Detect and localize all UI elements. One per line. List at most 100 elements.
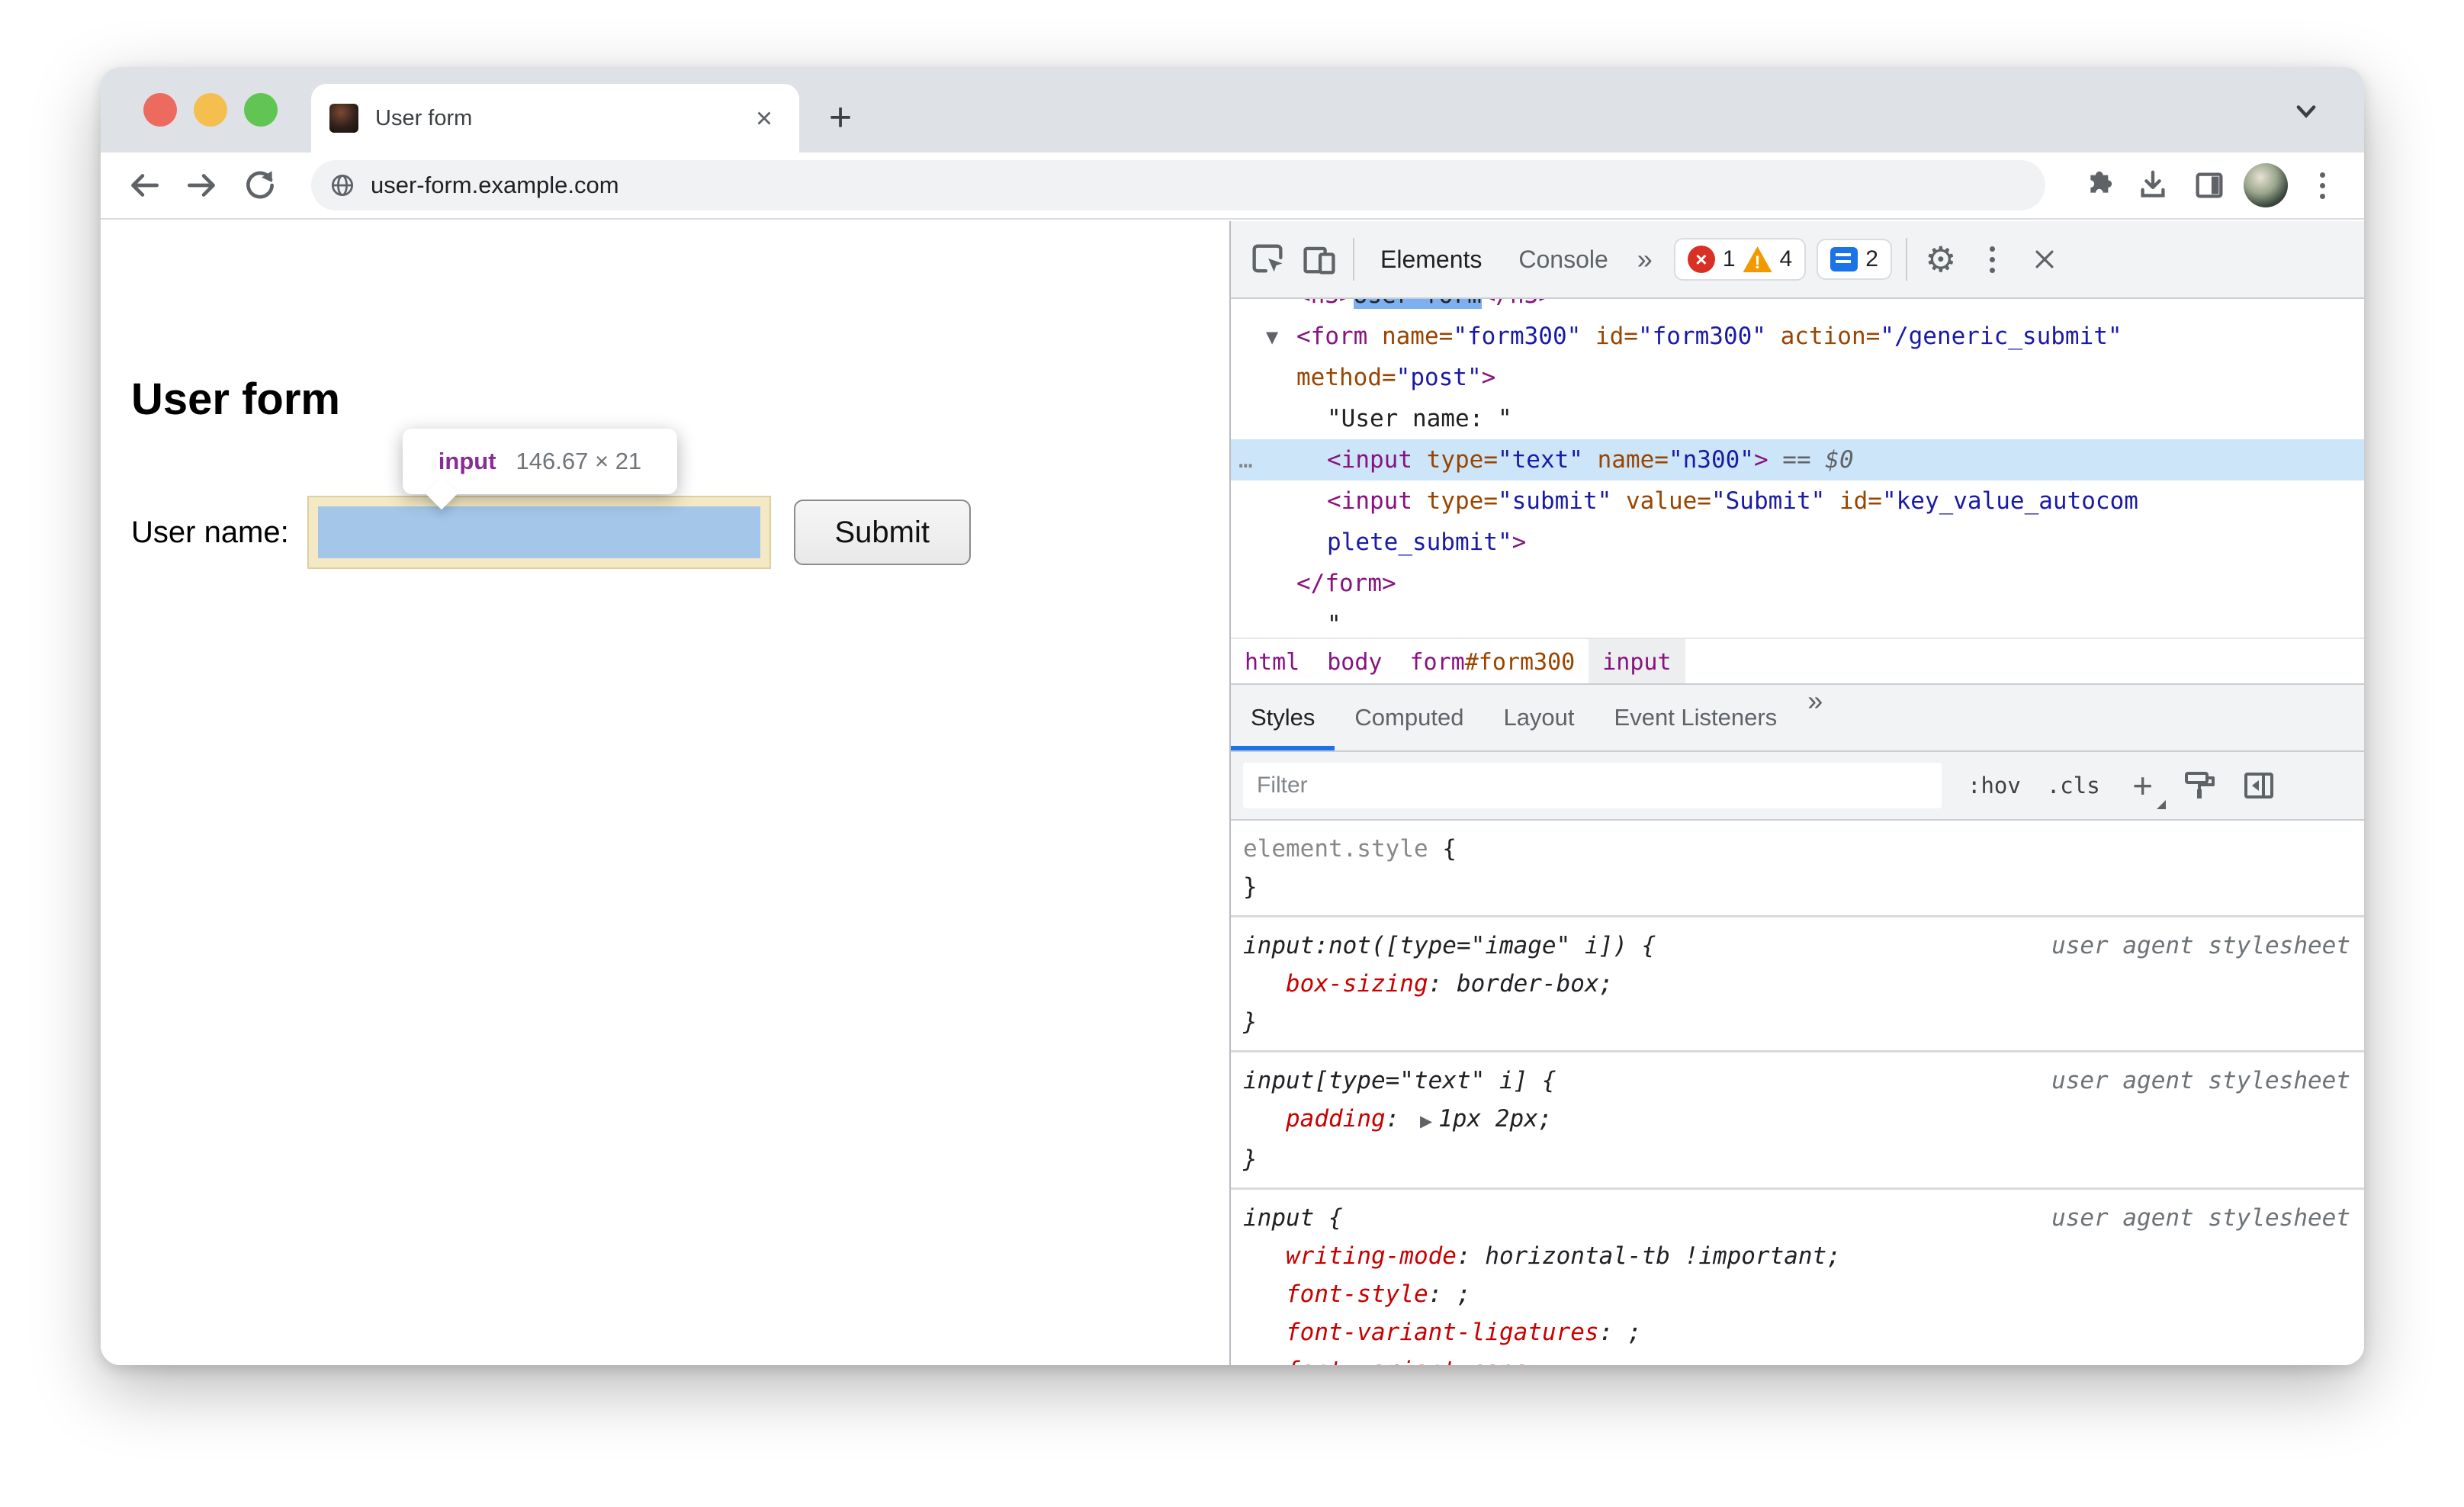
paint-roller-icon[interactable]	[2180, 766, 2219, 805]
code-token: "text"	[1497, 446, 1583, 474]
new-style-rule-button[interactable]: +	[2126, 765, 2166, 809]
dom-row-code: ▼ <form name="form300" id="form300" actio…	[1266, 323, 2122, 350]
dom-row-code: </form>	[1296, 570, 1396, 597]
dom-tree-row[interactable]: plete_submit">	[1231, 522, 2364, 563]
forward-icon[interactable]	[178, 162, 226, 209]
css-rule: input[type="text" i] {user agent stylesh…	[1231, 1052, 2364, 1190]
toggle-hover-state-button[interactable]: :hov	[1968, 773, 2021, 798]
css-selector[interactable]: input { user agent stylesheet	[1231, 1199, 2364, 1237]
selector-token: {	[1442, 835, 1457, 863]
expand-value-icon[interactable]: ▶	[1414, 1112, 1438, 1130]
download-icon[interactable]	[2131, 163, 2175, 207]
issues-badge-group[interactable]: × 1 ! 4	[1673, 238, 1807, 281]
css-property[interactable]: font-variant-ligatures: ;	[1231, 1313, 2364, 1351]
side-panel-icon[interactable]	[2187, 163, 2231, 207]
property-name: font-variant-caps	[1286, 1357, 1528, 1365]
code-token: action	[1780, 323, 1866, 350]
css-property[interactable]: box-sizing: border-box;	[1231, 965, 2364, 1003]
property-name: font-style	[1286, 1280, 1428, 1308]
devtools-panel: Elements Console » × 1 ! 4 2 ⚙ ▼ <form n…	[1229, 221, 2364, 1365]
code-token: plete_submit"	[1327, 529, 1512, 556]
browser-tab[interactable]: User form	[311, 84, 799, 153]
devtools-close-icon[interactable]	[2023, 238, 2066, 281]
back-icon[interactable]	[120, 162, 168, 209]
dom-tree-row[interactable]: <h3>User form</h3>	[1231, 299, 2364, 316]
minimize-window-button[interactable]	[194, 93, 227, 127]
code-token: id	[1595, 323, 1624, 350]
dom-row-code: <input type="submit" value="Submit" id="…	[1327, 487, 2138, 515]
styles-filter-input[interactable]	[1243, 763, 1942, 808]
browser-menu-kebab-icon[interactable]	[2300, 163, 2344, 207]
address-bar[interactable]: user-form.example.com	[311, 160, 2045, 210]
code-token: name	[1381, 323, 1439, 350]
pane-tab-styles[interactable]: Styles	[1231, 685, 1335, 750]
new-tab-button[interactable]: +	[818, 95, 863, 140]
code-token: "submit"	[1497, 487, 1612, 515]
selector-token: input {	[1243, 1204, 1343, 1232]
devtools-menu-kebab-icon[interactable]	[1971, 238, 2014, 281]
css-property[interactable]: font-style: ;	[1231, 1275, 2364, 1313]
dom-tree-row[interactable]: … <input type="text" name="n300"> == $0	[1231, 439, 2364, 480]
browser-toolbar: user-form.example.com	[101, 153, 2364, 220]
stylesheet-origin: user agent stylesheet	[2051, 1204, 2350, 1232]
breadcrumb-item[interactable]: body	[1313, 639, 1396, 685]
breadcrumb-item[interactable]: input	[1589, 639, 1685, 685]
pane-tab-event-listeners[interactable]: Event Listeners	[1595, 685, 1797, 750]
devtools-tab-console[interactable]: Console	[1500, 221, 1626, 297]
close-window-button[interactable]	[143, 93, 177, 127]
breadcrumb-item[interactable]: html	[1231, 639, 1313, 685]
pane-tab-computed[interactable]: Computed	[1335, 685, 1483, 750]
messages-badge-group[interactable]: 2	[1817, 239, 1892, 280]
toggle-class-button[interactable]: .cls	[2047, 773, 2100, 798]
maximize-window-button[interactable]	[244, 93, 278, 127]
code-token: </h3>	[1482, 299, 1553, 309]
code-token: value	[1625, 487, 1698, 515]
css-property[interactable]: padding: ▶ 1px 2px;	[1231, 1100, 2364, 1140]
code-token: <input	[1327, 446, 1427, 474]
css-selector[interactable]: input:not([type="image" i]) {user agent …	[1231, 927, 2364, 965]
dom-row-code: <input type="text" name="n300"> == $0	[1327, 446, 1854, 474]
dom-tree-row[interactable]: </form>	[1231, 563, 2364, 604]
chevron-down-icon[interactable]	[2285, 90, 2327, 133]
more-tabs-icon[interactable]: »	[1627, 243, 1663, 275]
selector-token: element.style	[1243, 835, 1443, 863]
stylesheet-origin: user agent stylesheet	[2051, 1067, 2350, 1094]
pane-more-tabs-icon[interactable]: »	[1797, 685, 1833, 750]
extensions-puzzle-icon[interactable]	[2074, 163, 2119, 207]
tab-close-icon[interactable]	[747, 101, 781, 135]
pane-tab-layout[interactable]: Layout	[1483, 685, 1594, 750]
css-selector[interactable]: input[type="text" i] {user agent stylesh…	[1231, 1062, 2364, 1100]
breadcrumb-item[interactable]: form #form300	[1396, 639, 1589, 685]
devtools-tab-elements[interactable]: Elements	[1362, 221, 1500, 297]
message-bubble-icon	[1830, 247, 1858, 272]
css-selector[interactable]: element.style {	[1231, 830, 2364, 868]
inspect-element-icon[interactable]	[1246, 238, 1289, 281]
css-property[interactable]: font-variant-caps: ;	[1231, 1351, 2364, 1365]
expand-arrow-icon[interactable]: ▼	[1266, 317, 1296, 358]
device-toolbar-icon[interactable]	[1298, 238, 1341, 281]
dom-tree-row[interactable]: method="post">	[1231, 357, 2364, 398]
css-property[interactable]: writing-mode: horizontal-tb !important;	[1231, 1237, 2364, 1275]
dom-tree-row[interactable]: "User name: "	[1231, 398, 2364, 439]
reload-icon[interactable]	[236, 162, 284, 209]
overflow-dots-icon[interactable]: …	[1238, 439, 1255, 480]
code-token: =	[1483, 446, 1498, 474]
url-text: user-form.example.com	[371, 172, 619, 198]
styles-filter-bar: :hov .cls +	[1231, 752, 2364, 821]
submit-button[interactable]: Submit	[793, 500, 971, 565]
error-count: 1	[1722, 246, 1736, 272]
username-input[interactable]	[307, 496, 771, 569]
dom-tree-row[interactable]: "	[1231, 604, 2364, 638]
dom-tree: <h3>User form</h3> ▼<form name="form300" …	[1231, 299, 2364, 638]
dom-tree-row[interactable]: <input type="submit" value="Submit" id="…	[1231, 480, 2364, 522]
profile-avatar[interactable]	[2244, 163, 2288, 207]
code-token: =	[1483, 487, 1498, 515]
user-form-row: User name: Submit	[131, 496, 971, 569]
show-sidebar-icon[interactable]	[2239, 766, 2279, 805]
css-rule: input:not([type="image" i]) {user agent …	[1231, 917, 2364, 1052]
dom-tree-row[interactable]: ▼ <form name="form300" id="form300" actio…	[1231, 316, 2364, 357]
code-token: >	[1481, 364, 1496, 391]
settings-gear-icon[interactable]: ⚙	[1919, 238, 1962, 281]
